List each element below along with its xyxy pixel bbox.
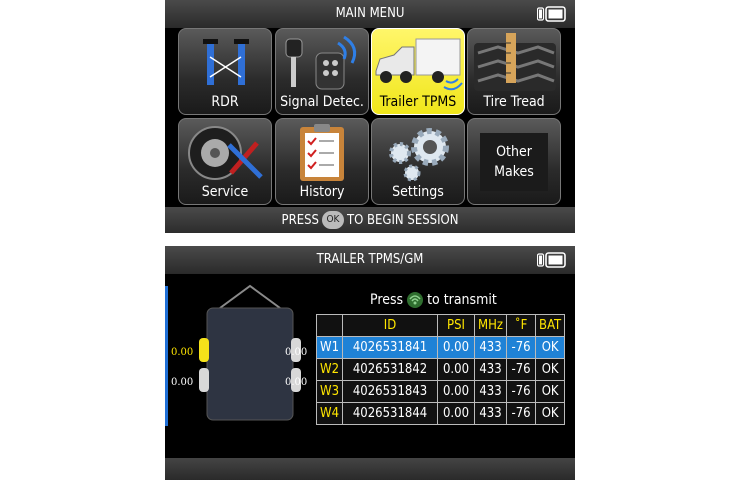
row-wheel: W3 [315,380,344,403]
clipboard-icon [300,124,344,181]
row-id: 4026531841 [342,336,439,359]
service-label: Service [201,184,249,200]
sensor-table-header: ID PSI MHz ˚F BAT [315,314,566,337]
row-mhz: 433 [474,358,508,381]
row-temp: -76 [506,402,537,425]
press-text: Press [370,292,404,308]
header-psi: PSI [437,314,476,337]
main-menu-title: MAIN MENU [335,6,405,21]
gears-icon [389,128,449,182]
row-mhz: 433 [474,402,508,425]
row-id: 4026531842 [342,358,439,381]
row-mhz: 433 [474,380,508,403]
service-tile[interactable]: Service [178,118,272,205]
row-temp: -76 [506,336,537,359]
row-psi: 0.00 [437,336,476,359]
history-label: History [299,184,345,200]
header-id: ID [342,314,439,337]
battery-icon [537,252,566,268]
header-wheel [315,314,344,337]
wheel-w3[interactable] [199,368,209,392]
row-temp: -76 [506,380,537,403]
table-row-w1[interactable]: W1 4026531841 0.00 433 -76 OK [315,336,566,359]
table-row-w4[interactable]: W4 4026531844 0.00 433 -76 OK [315,402,566,425]
trailer-tpms-screen: TRAILER TPMS/GM 0.00 0.00 0.00 0.00 Pres… [165,246,575,480]
battery-icon [537,6,566,22]
header-bat: BAT [535,314,566,337]
pressure-rear-right: 0.00 [285,377,308,388]
other-makes-panel: Other Makes [480,133,548,191]
trailer-hitch [219,284,281,309]
pressure-rear-left: 0.00 [171,377,194,388]
row-id: 4026531844 [342,402,439,425]
row-wheel: W4 [315,402,344,425]
history-tile[interactable]: History [275,118,369,205]
signal-detect-tile[interactable]: Signal Detec. [275,28,369,115]
main-menu-screen: MAIN MENU RDR Signal Detec. Trailer TPMS… [165,0,575,233]
header-mhz: MHz [474,314,508,337]
trailer-footer-bar [165,458,575,480]
footer-press-text: PRESS [281,212,319,228]
header-temp: ˚F [506,314,537,337]
signal-detect-label: Signal Detec. [280,94,364,110]
truck-trailer-icon [375,38,463,91]
row-mhz: 433 [474,336,508,359]
trailer-title-bar: TRAILER TPMS/GM [165,246,575,274]
footer-begin-text: TO BEGIN SESSION [346,212,459,228]
row-wheel: W2 [315,358,344,381]
rdr-label: RDR [211,94,239,110]
rdr-tile[interactable]: RDR [178,28,272,115]
row-psi: 0.00 [437,358,476,381]
main-menu-footer: PRESS OK TO BEGIN SESSION [165,207,575,233]
row-id: 4026531843 [342,380,439,403]
main-menu-title-bar: MAIN MENU [165,0,575,28]
tire-tread-icon [474,33,556,91]
trailer-title: TRAILER TPMS/GM [316,252,424,267]
other-makes-line1: Other [496,144,532,160]
tire-tread-label: Tire Tread [483,94,545,110]
key-fob-icon [285,35,357,90]
transmit-hint: Press to transmit [370,292,497,308]
table-row-w3[interactable]: W3 4026531843 0.00 433 -76 OK [315,380,566,403]
row-psi: 0.00 [437,380,476,403]
row-wheel: W1 [315,336,344,359]
trailer-tpms-tile[interactable]: Trailer TPMS [371,28,465,115]
row-psi: 0.00 [437,402,476,425]
transmit-text: to transmit [427,292,497,308]
trailer-tpms-label: Trailer TPMS [379,94,457,110]
rdr-icon [203,39,249,85]
table-row-w2[interactable]: W2 4026531842 0.00 433 -76 OK [315,358,566,381]
row-bat: OK [535,336,566,359]
row-bat: OK [535,402,566,425]
pressure-front-left: 0.00 [171,347,194,358]
other-makes-tile[interactable]: Other Makes [467,118,561,205]
pressure-front-right: 0.00 [285,347,308,358]
row-temp: -76 [506,358,537,381]
transmit-button-icon [407,292,424,308]
tire-tread-tile[interactable]: Tire Tread [467,28,561,115]
settings-label: Settings [392,184,444,200]
row-bat: OK [535,380,566,403]
settings-tile[interactable]: Settings [371,118,465,205]
row-bat: OK [535,358,566,381]
tire-tools-icon [188,126,263,180]
wheel-w1[interactable] [199,338,209,362]
trailer-body [206,307,294,421]
left-accent-bar [165,286,168,426]
sensor-table: ID PSI MHz ˚F BAT W1 4026531841 0.00 433… [315,314,566,425]
ok-button-icon: OK [321,211,344,229]
other-makes-line2: Makes [494,164,534,180]
